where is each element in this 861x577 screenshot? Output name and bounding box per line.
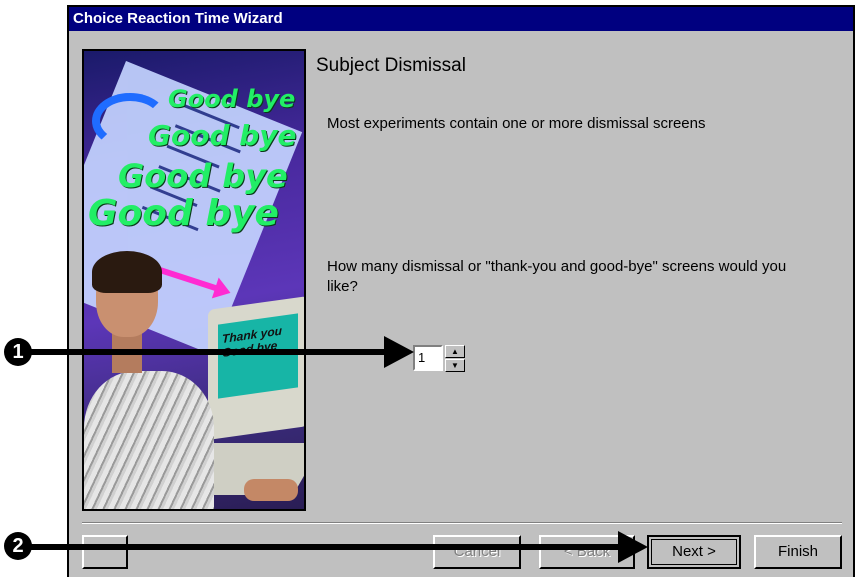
callout-2-line: [30, 544, 620, 550]
next-button[interactable]: Next >: [647, 535, 741, 569]
spin-up-button[interactable]: ▲: [445, 345, 465, 358]
arrow-up-icon: ▲: [451, 347, 459, 356]
bye-text-3: Good bye: [118, 157, 288, 195]
person-body: [84, 371, 214, 509]
bye-text-2: Good bye: [148, 119, 297, 152]
dismissal-question: How many dismissal or "thank-you and goo…: [327, 258, 787, 295]
page-heading: Subject Dismissal: [316, 55, 466, 76]
title-bar: Choice Reaction Time Wizard: [69, 7, 853, 31]
callout-2-badge: 2: [4, 532, 32, 560]
button-separator: [82, 522, 842, 524]
bye-text-1: Good bye: [168, 85, 296, 113]
monitor-screen: Thank you Good bye: [218, 313, 298, 399]
page-subtitle: Most experiments contain one or more dis…: [327, 115, 706, 132]
callout-2-arrow-icon: [618, 531, 648, 563]
callout-1-line: [30, 349, 390, 355]
finish-button[interactable]: Finish: [754, 535, 842, 569]
callout-1-arrow-icon: [384, 336, 414, 368]
spin-down-button[interactable]: ▼: [445, 359, 465, 372]
callout-1-badge: 1: [4, 338, 32, 366]
help-button[interactable]: [82, 535, 128, 569]
wizard-window: Choice Reaction Time Wizard Good bye Goo…: [67, 5, 855, 577]
computer-monitor: Thank you Good bye: [208, 295, 304, 441]
arrow-down-icon: ▼: [451, 361, 459, 370]
person-hair: [92, 251, 162, 293]
person-hand: [244, 479, 298, 501]
dismissal-count-input[interactable]: 1: [413, 345, 443, 371]
bye-text-4: Good bye: [88, 193, 279, 234]
wizard-illustration: Good bye Good bye Good bye Good bye Than…: [82, 49, 306, 511]
cancel-button[interactable]: Cancel: [433, 535, 521, 569]
